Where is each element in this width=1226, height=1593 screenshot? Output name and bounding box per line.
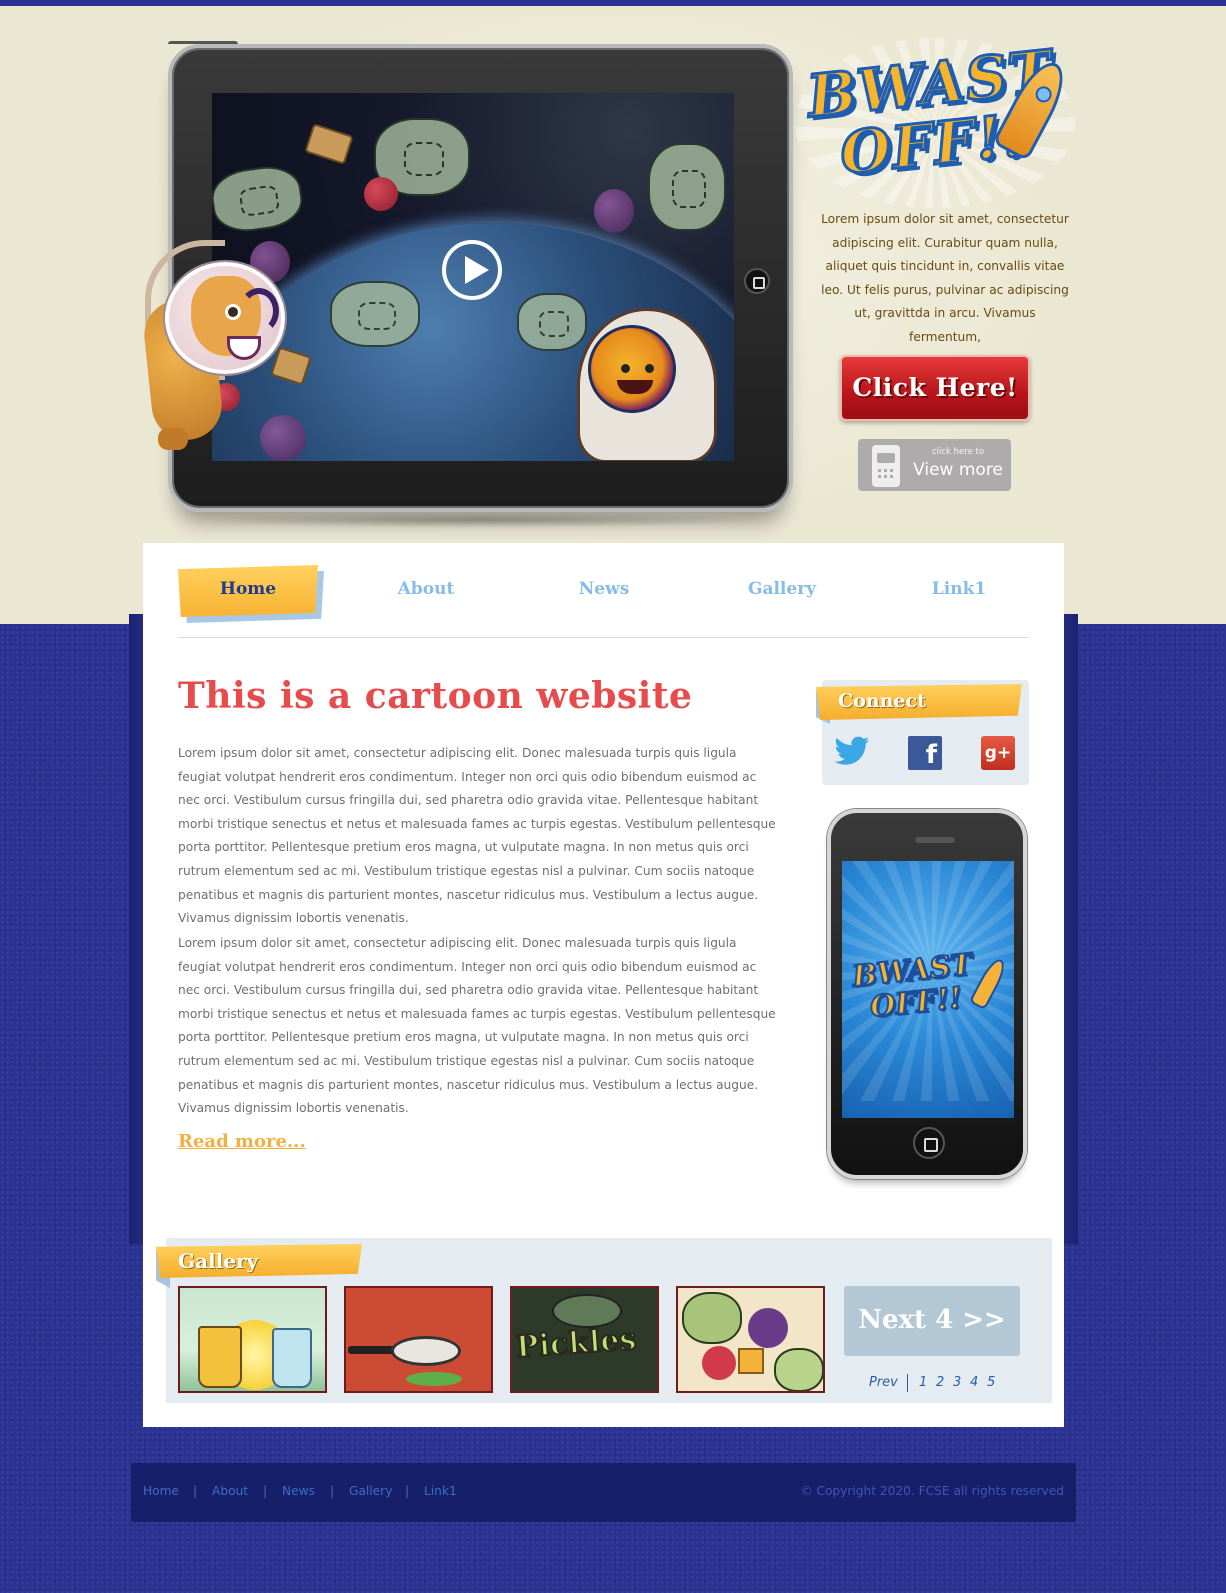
berry-illustration bbox=[594, 189, 634, 233]
nav-item-news[interactable]: News bbox=[534, 565, 674, 617]
footer: Home | About | News | Gallery | Link1 © … bbox=[131, 1463, 1076, 1522]
phone-home-button-icon bbox=[913, 1127, 945, 1159]
berry-illustration bbox=[260, 415, 306, 461]
gallery-section: Gallery Pickles Next 4 >> Prev 1 2 3 4 5 bbox=[156, 1238, 1052, 1403]
nav-item-gallery[interactable]: Gallery bbox=[712, 565, 852, 617]
view-more-caption: click here to bbox=[931, 447, 985, 457]
next-4-button[interactable]: Next 4 >> bbox=[844, 1286, 1020, 1356]
dog-character-helmet bbox=[165, 262, 285, 374]
kiwi-slice-illustration bbox=[517, 293, 587, 351]
footer-separator: | bbox=[263, 1484, 268, 1498]
cherry-illustration bbox=[364, 177, 398, 211]
footer-separator: | bbox=[330, 1484, 335, 1498]
connect-widget: Connect f g+ bbox=[816, 680, 1029, 785]
twitter-bird-icon bbox=[834, 736, 869, 765]
astronaut-character bbox=[577, 308, 717, 461]
nav-item-home[interactable]: Home bbox=[178, 565, 318, 617]
twitter-icon[interactable] bbox=[834, 736, 869, 770]
page-link-5[interactable]: 5 bbox=[987, 1375, 995, 1390]
kiwi-slice-illustration bbox=[212, 162, 306, 236]
prev-page-link[interactable]: Prev bbox=[869, 1375, 898, 1390]
tablet-home-button-icon bbox=[744, 268, 770, 294]
footer-link-about[interactable]: About bbox=[212, 1484, 248, 1498]
kiwi-slice-illustration bbox=[330, 281, 420, 347]
footer-separator: | bbox=[405, 1484, 410, 1498]
hero-description: Lorem ipsum dolor sit amet, consectetur … bbox=[821, 212, 1069, 344]
read-more-link[interactable]: Read more... bbox=[178, 1131, 306, 1152]
main-content-panel: Home About News Gallery Link1 This is a … bbox=[143, 543, 1064, 1427]
play-icon[interactable] bbox=[442, 240, 502, 300]
gallery-thumbnail-cooking[interactable] bbox=[344, 1286, 493, 1393]
tablet-shadow bbox=[190, 512, 770, 528]
facebook-icon[interactable]: f bbox=[908, 736, 942, 770]
view-more-button[interactable]: click here to View more bbox=[858, 439, 1011, 491]
body-paragraph-2: Lorem ipsum dolor sit amet, consectetur … bbox=[178, 936, 776, 1116]
nav-divider bbox=[178, 637, 1029, 638]
copyright-text: © Copyright 2020. FCSE all rights reserv… bbox=[800, 1484, 1064, 1498]
gallery-thumbnail-drinks[interactable] bbox=[178, 1286, 327, 1393]
gallery-title: Gallery bbox=[156, 1244, 362, 1278]
google-plus-icon[interactable]: g+ bbox=[981, 736, 1015, 770]
nav-item-link1[interactable]: Link1 bbox=[889, 565, 1029, 617]
footer-link-news[interactable]: News bbox=[282, 1484, 315, 1498]
connect-title: Connect bbox=[816, 684, 1022, 720]
view-more-label: View more bbox=[913, 460, 1003, 480]
page-title: This is a cartoon website bbox=[178, 675, 693, 717]
pagination-divider bbox=[907, 1374, 908, 1392]
bwast-off-logo: BWAST OFF!! bbox=[795, 36, 1080, 208]
phone-speaker bbox=[915, 837, 955, 843]
phone-screen: BWAST OFF!! bbox=[842, 861, 1014, 1118]
pickles-artwork-text: Pickles bbox=[514, 1321, 639, 1366]
body-paragraph-1: Lorem ipsum dolor sit amet, consectetur … bbox=[178, 746, 776, 926]
gallery-thumbnail-pickles[interactable]: Pickles bbox=[510, 1286, 659, 1393]
main-navigation: Home About News Gallery Link1 bbox=[178, 565, 1029, 623]
page-link-4[interactable]: 4 bbox=[970, 1375, 978, 1390]
page-link-1[interactable]: 1 bbox=[919, 1375, 927, 1390]
panel-right-fold bbox=[1064, 614, 1078, 1244]
footer-link-home[interactable]: Home bbox=[143, 1484, 179, 1498]
dog-head bbox=[191, 276, 279, 360]
mobile-phone-icon bbox=[872, 445, 900, 487]
dog-character-leg bbox=[158, 428, 188, 450]
panel-left-fold bbox=[129, 614, 143, 1244]
kiwi-slice-illustration bbox=[648, 143, 726, 231]
footer-link-link1[interactable]: Link1 bbox=[424, 1484, 457, 1498]
video-screen[interactable] bbox=[212, 93, 734, 461]
page-link-3[interactable]: 3 bbox=[953, 1375, 961, 1390]
smartphone-illustration: BWAST OFF!! bbox=[827, 809, 1027, 1179]
page-link-2[interactable]: 2 bbox=[936, 1375, 944, 1390]
footer-link-gallery[interactable]: Gallery bbox=[349, 1484, 392, 1498]
gallery-pagination: Prev 1 2 3 4 5 bbox=[869, 1374, 1049, 1393]
cube-illustration bbox=[304, 123, 354, 165]
footer-separator: | bbox=[193, 1484, 198, 1498]
click-here-button[interactable]: Click Here! bbox=[840, 355, 1030, 421]
gallery-thumbnail-fruit[interactable] bbox=[676, 1286, 825, 1393]
nav-item-about[interactable]: About bbox=[356, 565, 496, 617]
astronaut-face bbox=[588, 325, 676, 413]
